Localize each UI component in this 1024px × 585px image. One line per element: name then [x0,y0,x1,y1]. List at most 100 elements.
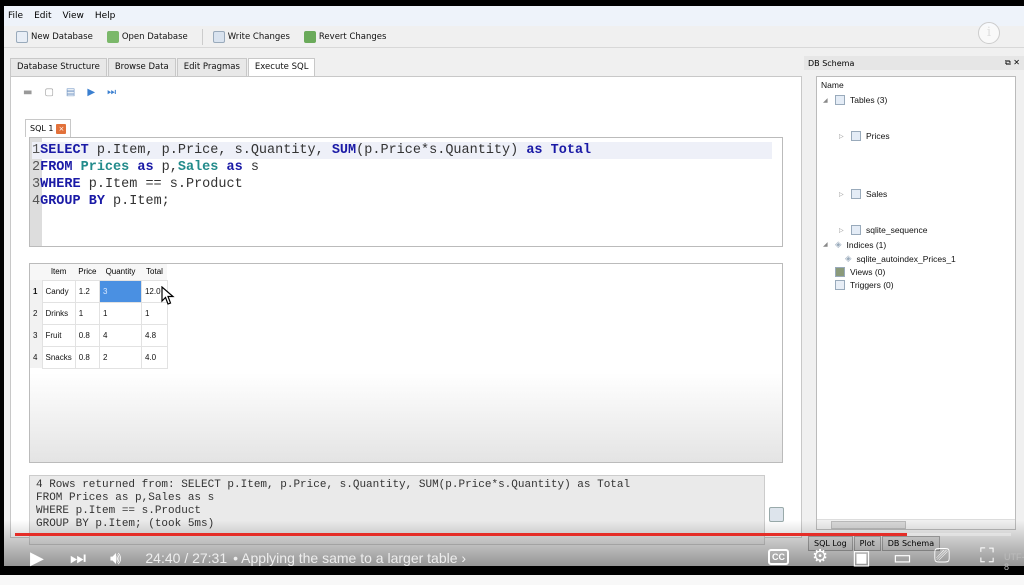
tree-index-item[interactable]: ◈ sqlite_autoindex_Prices_1 [845,253,956,264]
sql-toolbar: ▬ ▢ ▤ ▶ ⏭ [23,87,128,98]
row-number[interactable]: 4 [30,346,42,368]
table-cell[interactable]: Snacks [41,345,76,369]
row-number[interactable]: 2 [30,302,42,324]
open-database-button[interactable]: Open Database [106,30,188,43]
write-changes-button[interactable]: Write Changes [212,30,290,43]
info-icon[interactable]: i [978,22,1000,44]
sql-tab-1[interactable]: SQL 1 × [25,119,72,137]
line-number: 2 [32,160,41,175]
theater-mode-icon[interactable]: ▭ [893,545,912,570]
line-number: 1 [32,143,41,158]
encoding-status: UTF-8 [1004,552,1024,572]
sql-code: 1SELECT p.Item, p.Price, s.Quantity, SUM… [32,142,772,210]
column-header[interactable]: Quantity [99,264,142,280]
menu-help[interactable]: Help [95,11,116,21]
expand-arrow-icon: ◢ [823,97,828,104]
table-cell[interactable]: 4 [98,323,142,347]
column-header[interactable]: Total [141,264,168,280]
new-database-button[interactable]: New Database [16,30,93,43]
chapter-title[interactable]: • Applying the same to a larger table › [233,550,466,566]
save-sql-icon[interactable]: ▤ [66,87,75,98]
tree-table-sales[interactable]: ▷ Sales [839,189,887,199]
revert-changes-button[interactable]: Revert Changes [303,30,386,43]
tree-triggers[interactable]: Triggers (0) [835,280,894,290]
table-cell[interactable]: 3 [98,279,142,303]
float-icon[interactable]: ⧉ [1005,58,1011,67]
play-icon[interactable]: ▶ [30,548,44,569]
table-row[interactable]: 3 Fruit 0.8 4 4.8 [30,323,168,347]
tab-execute-sql[interactable]: Execute SQL [247,58,316,77]
table-cell[interactable]: 2 [98,345,142,369]
sql-editor[interactable]: 1SELECT p.Item, p.Price, s.Quantity, SUM… [29,137,783,247]
tree-indices[interactable]: ◢ ◈ Indices (1) [823,239,886,250]
line-number: 3 [32,177,41,192]
index-icon: ◈ [835,239,842,249]
open-file-icon[interactable]: ▢ [44,87,53,98]
menu-view[interactable]: View [63,11,84,21]
execute-all-icon[interactable]: ▶ [87,87,95,98]
execute-sql-panel: ▬ ▢ ▤ ▶ ⏭ SQL 1 × 1SELECT p.Item, p.Pric… [10,76,802,545]
main-tabs: Database Structure Browse Data Edit Prag… [10,58,802,77]
next-icon[interactable]: ⏭ [70,548,86,569]
table-cell[interactable]: 0.8 [74,323,100,347]
code-line: 4GROUP BY p.Item; [32,194,170,209]
table-row[interactable]: 2 Drinks 1 1 1 [30,301,168,325]
cast-icon[interactable]: ⎚ [934,545,950,568]
column-header[interactable]: Price [75,264,100,280]
schema-tree: Name ◢ Tables (3) ▷ Prices ▷ Sales ▷ sql… [816,76,1016,530]
tree-views[interactable]: Views (0) [835,267,885,277]
tree-tables[interactable]: ◢ Tables (3) [823,95,887,105]
player-controls: ▶ ⏭ 🔊︎ 24:40 / 27:31 • Applying the same… [0,540,1024,575]
tree-table-sqlite-sequence[interactable]: ▷ sqlite_sequence [839,225,927,235]
table-cell[interactable]: 4.8 [140,323,168,347]
table-cell[interactable]: 1 [74,301,100,325]
close-pane-icon[interactable]: ✕ [1013,58,1020,67]
miniplayer-icon[interactable]: ▣ [852,545,871,570]
tree-table-prices[interactable]: ▷ Prices [839,131,890,141]
table-cell[interactable]: 4.0 [140,345,168,369]
open-tab-icon[interactable]: ▬ [23,87,32,98]
mouse-cursor-icon [161,286,175,305]
column-header[interactable]: Item [42,264,76,280]
results-grid[interactable]: Item Price Quantity Total 1 Candy 1.2 3 12.0 2 Dri… [29,263,783,463]
pane-title: DB Schema [808,58,855,68]
volume-icon[interactable]: 🔊︎ [110,548,121,569]
video-progress-bar[interactable] [15,533,1011,536]
page-background [0,575,1024,585]
main-toolbar: New Database Open Database Write Changes… [4,26,1024,48]
table-cell[interactable]: 1.2 [74,279,100,303]
table-cell[interactable]: Candy [41,279,76,303]
close-icon[interactable]: × [56,123,67,134]
corner-cell [30,264,42,280]
sqlite-browser-window: File Edit View Help New Database Open Da… [4,6,1024,566]
tree-header: Name [821,80,844,90]
table-cell[interactable]: 0.8 [74,345,100,369]
row-number[interactable]: 1 [30,280,42,302]
write-changes-icon [212,30,225,43]
execute-line-icon[interactable]: ⏭ [107,87,116,98]
row-number[interactable]: 3 [30,324,42,346]
table-cell[interactable]: Drinks [41,301,76,325]
collapse-arrow-icon: ▷ [839,191,844,198]
revert-changes-icon [303,30,316,43]
table-cell[interactable]: 1 [98,301,142,325]
video-frame[interactable]: File Edit View Help New Database Open Da… [0,0,1024,575]
tab-database-structure[interactable]: Database Structure [10,58,107,76]
captions-icon[interactable]: CC [768,549,789,565]
expand-arrow-icon: ◢ [823,242,828,248]
db-schema-pane: DB Schema ⧉ ✕ Name ◢ Tables (3) ▷ Prices… [804,56,1024,546]
menu-file[interactable]: File [8,11,23,21]
index-icon: ◈ [845,253,852,263]
settings-gear-icon[interactable]: ⚙ [812,546,828,567]
table-row[interactable]: 1 Candy 1.2 3 12.0 [30,279,168,303]
table-row[interactable]: 4 Snacks 0.8 2 4.0 [30,345,168,369]
tab-edit-pragmas[interactable]: Edit Pragmas [176,58,247,76]
table-icon [835,95,845,105]
fullscreen-icon[interactable]: ⛶ [980,545,994,568]
table-cell[interactable]: Fruit [41,323,76,347]
code-line: 1SELECT p.Item, p.Price, s.Quantity, SUM… [32,142,772,159]
new-database-icon [16,30,28,43]
menu-edit[interactable]: Edit [34,11,51,21]
tab-browse-data[interactable]: Browse Data [107,58,176,76]
header-row: Item Price Quantity Total [30,264,168,280]
